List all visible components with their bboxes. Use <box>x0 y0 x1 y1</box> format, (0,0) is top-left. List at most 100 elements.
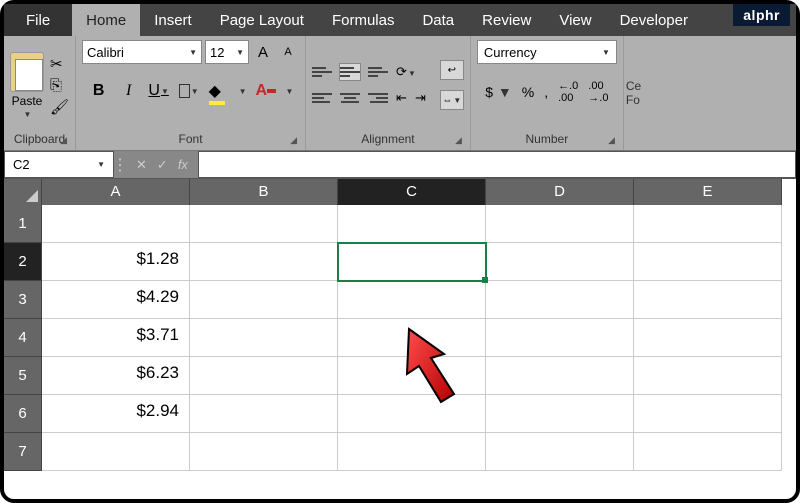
cell[interactable] <box>190 395 338 433</box>
cell[interactable] <box>42 205 190 243</box>
name-box[interactable]: C2▼ <box>4 151 114 178</box>
tab-review[interactable]: Review <box>468 4 545 36</box>
cell[interactable] <box>634 357 782 395</box>
cell[interactable] <box>190 433 338 471</box>
tab-formulas[interactable]: Formulas <box>318 4 409 36</box>
cell[interactable] <box>486 357 634 395</box>
cell[interactable] <box>634 281 782 319</box>
cell[interactable] <box>634 433 782 471</box>
dialog-launcher-icon[interactable]: ◢ <box>60 135 67 146</box>
confirm-formula-icon[interactable]: ✓ <box>157 157 168 173</box>
row-header[interactable]: 7 <box>4 433 42 471</box>
chevron-down-icon[interactable]: ▼ <box>24 110 32 119</box>
row-header[interactable]: 5 <box>4 357 42 395</box>
cell[interactable] <box>338 319 486 357</box>
col-header-d[interactable]: D <box>486 179 634 205</box>
row-header[interactable]: 4 <box>4 319 42 357</box>
cell[interactable] <box>486 243 634 281</box>
cell[interactable] <box>338 433 486 471</box>
worksheet-grid[interactable]: A B C D E 1 2$1.28 3$4.29 4$3.71 5$6.23 … <box>4 179 796 499</box>
align-bottom-icon[interactable] <box>368 64 388 80</box>
cell[interactable]: $2.94 <box>42 395 190 433</box>
cell[interactable] <box>634 319 782 357</box>
cell[interactable] <box>190 319 338 357</box>
comma-format-button[interactable]: , <box>544 84 548 100</box>
cell[interactable] <box>190 243 338 281</box>
cell[interactable] <box>486 433 634 471</box>
col-header-e[interactable]: E <box>634 179 782 205</box>
dialog-launcher-icon[interactable]: ◢ <box>608 135 615 146</box>
col-header-a[interactable]: A <box>42 179 190 205</box>
select-all-corner[interactable] <box>4 179 42 205</box>
cell[interactable] <box>486 319 634 357</box>
cell[interactable] <box>486 281 634 319</box>
cell[interactable] <box>338 205 486 243</box>
italic-button[interactable]: I <box>118 80 140 102</box>
paste-icon[interactable] <box>10 52 44 92</box>
accounting-format-button[interactable]: $ ▼ <box>485 84 512 100</box>
row-header[interactable]: 3 <box>4 281 42 319</box>
copy-icon[interactable]: ⎘ <box>50 77 69 94</box>
tab-data[interactable]: Data <box>408 4 468 36</box>
row-header[interactable]: 1 <box>4 205 42 243</box>
bold-button[interactable]: B <box>88 80 110 102</box>
format-painter-icon[interactable]: 🖌 <box>50 98 69 116</box>
cell[interactable] <box>338 357 486 395</box>
col-header-b[interactable]: B <box>190 179 338 205</box>
font-name-select[interactable]: Calibri▼ <box>82 40 202 64</box>
align-right-icon[interactable] <box>368 90 388 106</box>
dialog-launcher-icon[interactable]: ◢ <box>455 135 462 146</box>
merge-center-button[interactable]: ⇔▼ <box>440 90 464 110</box>
decrease-indent-icon[interactable]: ⇤ <box>396 90 407 106</box>
decrease-decimal-button[interactable]: .00→.0 <box>588 80 608 104</box>
tab-view[interactable]: View <box>545 4 605 36</box>
fill-color-button[interactable]: ◆ <box>208 80 230 102</box>
tab-insert[interactable]: Insert <box>140 4 206 36</box>
decrease-font-icon[interactable]: A <box>277 41 299 63</box>
cell[interactable] <box>190 281 338 319</box>
tab-developer[interactable]: Developer <box>606 4 702 36</box>
align-middle-icon[interactable] <box>340 64 360 80</box>
cell[interactable] <box>486 395 634 433</box>
cell[interactable] <box>42 433 190 471</box>
paste-button[interactable]: Paste <box>12 94 43 108</box>
align-left-icon[interactable] <box>312 90 332 106</box>
cell[interactable]: $6.23 <box>42 357 190 395</box>
cell-selected[interactable] <box>338 243 486 281</box>
cell[interactable] <box>190 357 338 395</box>
percent-format-button[interactable]: % <box>522 84 534 100</box>
namebox-resize-handle[interactable]: ⋮ <box>114 151 126 178</box>
font-size-select[interactable]: 12▼ <box>205 40 249 64</box>
cell[interactable] <box>338 281 486 319</box>
tab-file[interactable]: File <box>4 4 72 36</box>
tab-home[interactable]: Home <box>72 4 140 36</box>
fx-icon[interactable]: fx <box>178 157 188 172</box>
row-header[interactable]: 2 <box>4 243 42 281</box>
cell[interactable]: $1.28 <box>42 243 190 281</box>
formula-input[interactable] <box>198 151 796 178</box>
increase-font-icon[interactable]: A <box>252 41 274 63</box>
tab-page-layout[interactable]: Page Layout <box>206 4 318 36</box>
border-button[interactable]: ▼ <box>178 80 200 102</box>
cell[interactable]: $4.29 <box>42 281 190 319</box>
cell[interactable] <box>634 205 782 243</box>
number-format-select[interactable]: Currency▼ <box>477 40 617 64</box>
cell[interactable] <box>634 395 782 433</box>
cell[interactable] <box>338 395 486 433</box>
cut-icon[interactable]: ✂ <box>50 55 69 73</box>
cell[interactable]: $3.71 <box>42 319 190 357</box>
wrap-text-button[interactable]: ↩ <box>440 60 464 80</box>
increase-decimal-button[interactable]: ←.0.00 <box>558 80 578 104</box>
cancel-formula-icon[interactable]: ✕ <box>136 157 147 173</box>
align-top-icon[interactable] <box>312 64 332 80</box>
font-color-button[interactable]: A <box>255 80 277 102</box>
cell[interactable] <box>634 243 782 281</box>
align-center-icon[interactable] <box>340 90 360 106</box>
underline-button[interactable]: U▼ <box>148 80 170 102</box>
increase-indent-icon[interactable]: ⇥ <box>415 90 426 106</box>
row-header[interactable]: 6 <box>4 395 42 433</box>
orientation-icon[interactable]: ⟳▼ <box>396 64 416 80</box>
col-header-c[interactable]: C <box>338 179 486 205</box>
dialog-launcher-icon[interactable]: ◢ <box>290 135 297 146</box>
cell[interactable] <box>190 205 338 243</box>
